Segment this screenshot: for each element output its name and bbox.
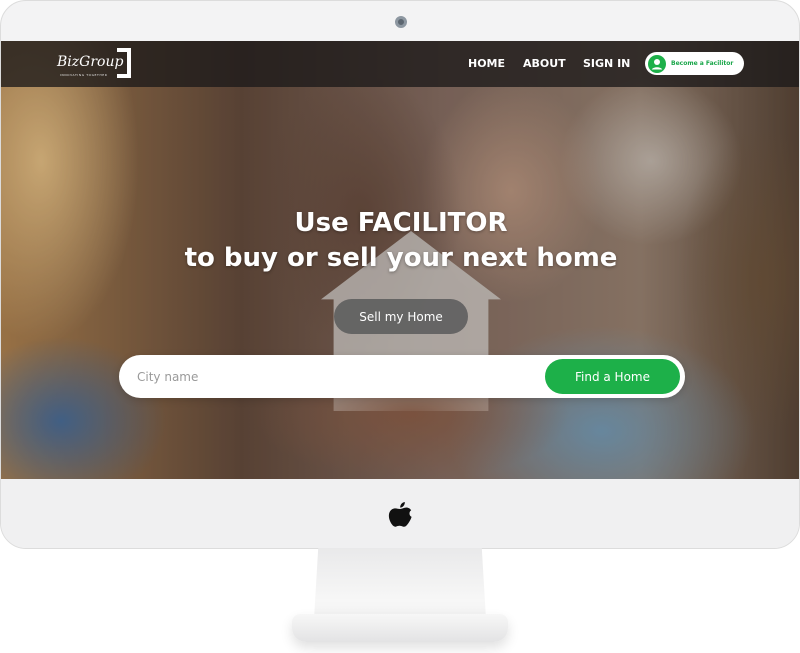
sell-my-home-button[interactable]: Sell my Home [334,299,468,334]
apple-logo-icon [388,502,412,527]
hero-title: Use FACILITOR [294,208,508,238]
hero-screen: BizGroup INNOVATING TOGETHER HOME ABOUT … [1,41,799,479]
city-search-bar: Find a Home [119,355,685,398]
brand-name: BizGroup [57,54,124,70]
nav-home[interactable]: HOME [468,57,505,70]
city-name-input[interactable] [137,363,537,390]
become-facilitor-button[interactable]: Become a Facilitor [645,52,744,75]
logo-bracket-icon [117,48,131,78]
nav-sign-in[interactable]: SIGN IN [583,57,630,70]
brand-tagline: INNOVATING TOGETHER [60,73,108,77]
hero-subtitle: to buy or sell your next home [184,243,618,273]
top-navbar: BizGroup INNOVATING TOGETHER HOME ABOUT … [1,41,799,87]
user-circle-icon [648,54,666,73]
nav-about[interactable]: ABOUT [523,57,566,70]
camera-icon [395,16,407,28]
become-facilitor-label: Become a Facilitor [671,60,734,67]
brand-logo[interactable]: BizGroup INNOVATING TOGETHER [57,48,133,80]
monitor-stand-base [292,614,508,642]
find-a-home-button[interactable]: Find a Home [545,359,680,394]
imac-monitor: BizGroup INNOVATING TOGETHER HOME ABOUT … [0,0,800,549]
